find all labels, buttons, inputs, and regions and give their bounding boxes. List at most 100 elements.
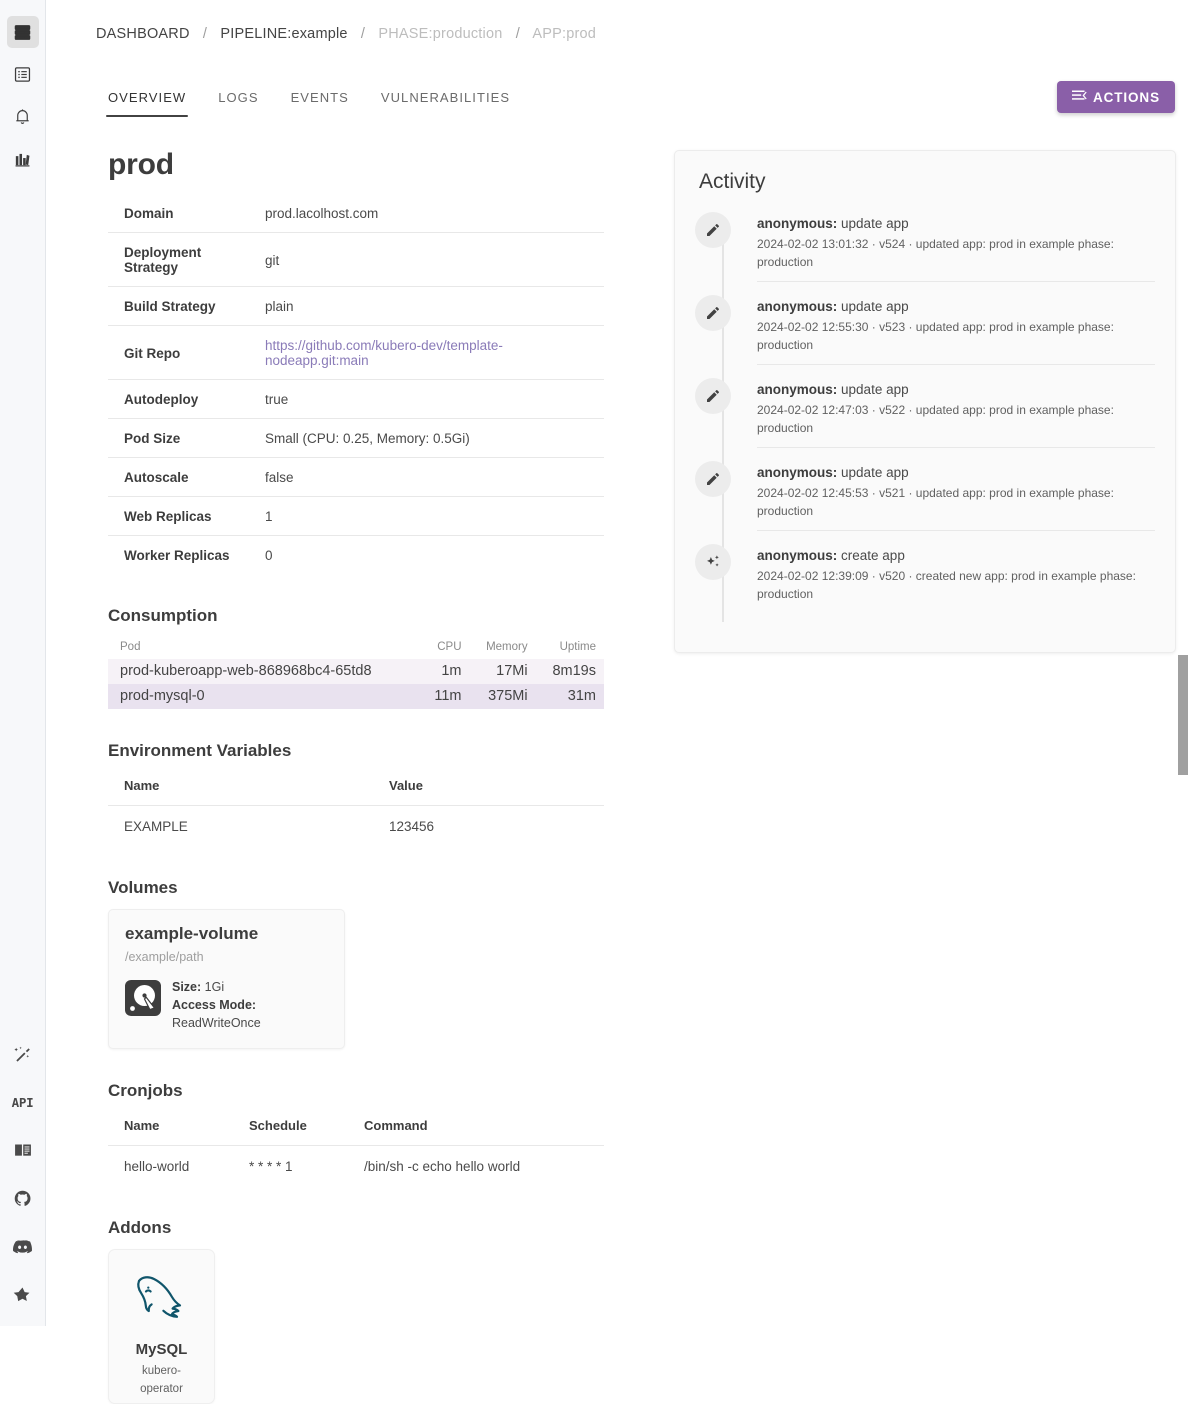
activity-action: update app [841,216,909,231]
table-row: Pod Size Small (CPU: 0.25, Memory: 0.5Gi… [108,418,604,458]
page-scrollbar-thumb[interactable] [1178,655,1188,775]
sidebar-item-pipelines[interactable] [7,58,39,90]
cronjob-schedule: * * * * 1 [233,1145,348,1187]
actions-button[interactable]: ACTIONS [1056,81,1175,113]
api-icon[interactable]: API [7,1086,39,1118]
harddisk-icon [125,978,161,1023]
detail-key: Autodeploy [108,379,265,419]
column-header-name: Name [124,778,160,793]
page-scrollbar-track[interactable] [1177,0,1188,1326]
breadcrumb-separator: / [202,26,208,42]
activity-actor: anonymous: [757,299,838,314]
magic-wand-icon[interactable] [7,1038,39,1070]
detail-value-link-cell: https://github.com/kubero-dev/template-n… [265,325,604,380]
tab-overview[interactable]: OVERVIEW [92,80,202,117]
activity-title: anonymous: update app [757,216,1155,231]
pencil-icon [695,461,731,497]
volume-path: /example/path [125,950,204,964]
pod-uptime: 31m [567,688,596,704]
column-header-cpu: CPU [437,641,462,653]
table-row[interactable]: prod-kuberoapp-web-868968bc4-65td8 1m 17… [108,659,604,684]
column-header-value: Value [389,778,423,793]
activity-actor: anonymous: [757,382,838,397]
breadcrumb-item-phase[interactable]: PHASE:production [378,26,502,42]
activity-actor: anonymous: [757,216,838,231]
sidebar-item-notifications[interactable] [7,100,39,132]
environment-variables-heading: Environment Variables [108,741,292,760]
table-header-row: Name Schedule Command [108,1112,604,1146]
tab-logs[interactable]: LOGS [202,80,274,117]
table-row: Web Replicas 1 [108,496,604,536]
detail-value: false [265,457,604,497]
volume-access-mode-value: ReadWriteOnce [172,1016,261,1031]
activity-item[interactable]: anonymous: update app 2024-02-02 12:45:5… [695,461,1155,548]
volume-meta: Size: 1Gi Access Mode: ReadWriteOnce [172,978,261,1032]
breadcrumb-item-app[interactable]: APP:prod [532,26,596,42]
github-icon[interactable] [7,1182,39,1214]
activity-detail: 2024-02-02 12:47:03 · v522 · updated app… [757,401,1155,448]
volume-card[interactable]: example-volume /example/path Size: 1Gi A… [108,909,345,1050]
column-header-pod: Pod [120,641,141,653]
detail-value: plain [265,286,604,326]
table-row: Git Repo https://github.com/kubero-dev/t… [108,325,604,380]
sidebar-item-templates[interactable] [7,142,39,174]
sidebar-item-dashboard[interactable] [6,16,39,48]
addon-card-mysql[interactable]: MySQL kubero-operator [108,1249,215,1404]
pod-cpu: 11m [434,688,462,704]
table-row: Deployment Strategy git [108,232,604,287]
addons-heading: Addons [108,1218,172,1238]
activity-timeline: anonymous: update app 2024-02-02 13:01:3… [695,212,1155,630]
activity-title: anonymous: create app [757,548,1155,563]
detail-key: Autoscale [108,457,265,497]
mysql-dolphin-icon [129,1268,195,1335]
table-row: hello-world * * * * 1 /bin/sh -c echo he… [108,1145,604,1187]
detail-value: 1 [265,496,604,536]
breadcrumb-separator: / [360,26,366,42]
breadcrumb-item-pipeline[interactable]: PIPELINE:example [220,26,347,42]
detail-value: git [265,232,604,287]
detail-key: Pod Size [108,418,265,458]
activity-action: update app [841,299,909,314]
pod-memory: 375Mi [488,688,528,704]
activity-item[interactable]: anonymous: update app 2024-02-02 13:01:3… [695,212,1155,299]
overview-main-column: prod Domain prod.lacolhost.com Deploymen… [108,148,618,1404]
column-header-name: Name [124,1118,160,1134]
activity-item[interactable]: anonymous: update app 2024-02-02 12:47:0… [695,378,1155,465]
addon-provider: kubero-operator [140,1365,183,1396]
docs-book-icon[interactable] [7,1134,39,1166]
environment-variables-table: Name Value EXAMPLE 123456 [108,772,604,846]
pod-memory: 17Mi [496,663,528,679]
tab-vulnerabilities[interactable]: VULNERABILITIES [365,80,526,117]
cronjob-name: hello-world [108,1145,233,1187]
activity-detail: 2024-02-02 12:39:09 · v520 · created new… [757,569,1136,601]
sparkle-icon [695,544,731,580]
env-var-name: EXAMPLE [108,805,373,846]
activity-title: anonymous: update app [757,465,1155,480]
star-icon[interactable] [7,1278,39,1310]
table-row: Autodeploy true [108,379,604,419]
activity-heading: Activity [699,170,766,193]
tab-events[interactable]: EVENTS [275,80,365,117]
table-row: Worker Replicas 0 [108,535,604,574]
git-repo-link[interactable]: https://github.com/kubero-dev/template-n… [265,338,503,368]
breadcrumb-separator: / [515,26,520,42]
page-content: DASHBOARD / PIPELINE:example / PHASE:pro… [46,0,1188,1404]
activity-item[interactable]: anonymous: update app 2024-02-02 12:55:3… [695,295,1155,382]
table-row: Build Strategy plain [108,286,604,326]
column-header-memory: Memory [486,641,528,653]
discord-icon[interactable] [7,1230,39,1262]
addon-name: MySQL [135,1341,188,1359]
pod-cpu: 1m [441,663,462,679]
activity-detail: 2024-02-02 12:45:53 · v521 · updated app… [757,484,1155,531]
detail-value: true [265,379,604,419]
cronjobs-table: Name Schedule Command hello-world * * * … [108,1112,604,1187]
activity-item[interactable]: anonymous: create app 2024-02-02 12:39:0… [695,544,1155,630]
volume-size-value: 1Gi [204,980,225,994]
table-row[interactable]: prod-mysql-0 11m 375Mi 31m [108,684,604,709]
env-var-value: 123456 [373,805,604,846]
activity-action: update app [841,465,909,480]
tab-bar: OVERVIEW LOGS EVENTS VULNERABILITIES [92,80,526,117]
activity-action: update app [841,382,909,397]
column-header-command: Command [364,1118,428,1134]
breadcrumb-item-dashboard[interactable]: DASHBOARD [96,26,190,42]
